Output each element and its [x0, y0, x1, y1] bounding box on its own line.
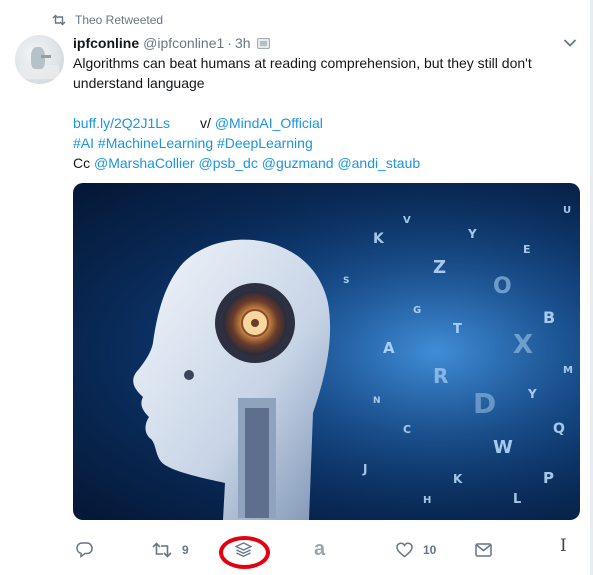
svg-text:J: J	[362, 462, 367, 476]
svg-text:K: K	[373, 231, 385, 247]
svg-text:T: T	[453, 322, 462, 337]
retweet-action-icon	[152, 542, 172, 558]
separator-dot: ·	[227, 35, 232, 51]
tweet-header: ipfconline @ipfconline1 · 3h	[73, 34, 270, 52]
svg-text:Y: Y	[467, 227, 477, 241]
retweet-context[interactable]: Theo Retweeted	[52, 12, 163, 28]
article-link[interactable]: buff.ly/2Q2J1Ls	[73, 115, 170, 131]
retweet-icon	[52, 14, 66, 26]
svg-text:Q: Q	[553, 421, 565, 437]
reply-icon	[76, 542, 93, 558]
svg-text:U: U	[563, 205, 571, 216]
svg-text:N: N	[373, 396, 381, 406]
retweet-button[interactable]: 9	[152, 542, 189, 558]
svg-text:S: S	[343, 276, 349, 286]
svg-text:R: R	[433, 364, 448, 388]
mention-psb-dc[interactable]: @psb_dc	[198, 155, 257, 171]
svg-text:D: D	[473, 387, 496, 420]
hashtag-machinelearning[interactable]: #MachineLearning	[98, 135, 213, 151]
svg-text:M: M	[563, 365, 573, 376]
highlight-circle-annotation	[219, 536, 270, 569]
svg-text:V: V	[403, 215, 411, 226]
tweet-text: Algorithms can beat humans at reading co…	[73, 53, 563, 173]
tweet-action-bar: 9 a 10	[0, 530, 593, 570]
reply-button[interactable]	[76, 542, 93, 558]
robot-head-illustration: K V Z Y O E BX T G A R D Y Q W K C N M S P H L J U	[73, 183, 580, 520]
svg-text:K: K	[453, 472, 463, 486]
envelope-icon	[475, 543, 492, 557]
svg-text:C: C	[403, 423, 411, 436]
svg-text:W: W	[493, 437, 513, 458]
direct-message-button[interactable]	[475, 543, 492, 557]
svg-text:H: H	[423, 495, 431, 506]
via-prefix: v/	[200, 115, 211, 131]
svg-text:P: P	[543, 469, 554, 487]
avatar[interactable]	[15, 35, 64, 84]
user-handle[interactable]: @ipfconline1	[143, 35, 224, 51]
hashtag-ai[interactable]: #AI	[73, 135, 94, 151]
svg-text:B: B	[543, 308, 555, 327]
retweet-count: 9	[182, 543, 189, 557]
svg-text:Z: Z	[433, 257, 446, 278]
retweeted-by-label: Theo Retweeted	[75, 13, 164, 27]
svg-text:A: A	[383, 339, 395, 357]
svg-text:O: O	[493, 274, 512, 299]
svg-text:L: L	[513, 492, 521, 507]
hashtag-deeplearning[interactable]: #DeepLearning	[217, 135, 313, 151]
text-cursor-icon: I	[560, 536, 567, 556]
svg-text:X: X	[513, 330, 533, 360]
mention-marshacollier[interactable]: @MarshaCollier	[94, 155, 195, 171]
mention-andi-staub[interactable]: @andi_staub	[337, 155, 420, 171]
amazon-a-icon: a	[314, 538, 326, 560]
tweet-text-line1: Algorithms can beat humans at reading co…	[73, 55, 532, 71]
like-count: 10	[423, 543, 437, 557]
display-name[interactable]: ipfconline	[73, 35, 139, 51]
app-badge-icon	[256, 37, 270, 49]
heart-icon	[396, 542, 413, 558]
svg-text:G: G	[413, 305, 421, 316]
cc-prefix: Cc	[73, 155, 91, 171]
mention-guzmand[interactable]: @guzmand	[262, 155, 334, 171]
svg-text:Y: Y	[527, 387, 537, 401]
tweet-text-line2: understand language	[73, 75, 205, 91]
tweet-media-image[interactable]: K V Z Y O E BX T G A R D Y Q W K C N M S P H L J U	[73, 183, 580, 520]
via-mention-link[interactable]: @MindAI_Official	[215, 115, 323, 131]
more-options-chevron-down-icon[interactable]	[563, 38, 577, 48]
like-button[interactable]: 10	[396, 542, 436, 558]
svg-text:E: E	[523, 243, 531, 256]
tweet-timestamp[interactable]: 3h	[235, 35, 251, 51]
amazon-button[interactable]: a	[314, 538, 325, 561]
